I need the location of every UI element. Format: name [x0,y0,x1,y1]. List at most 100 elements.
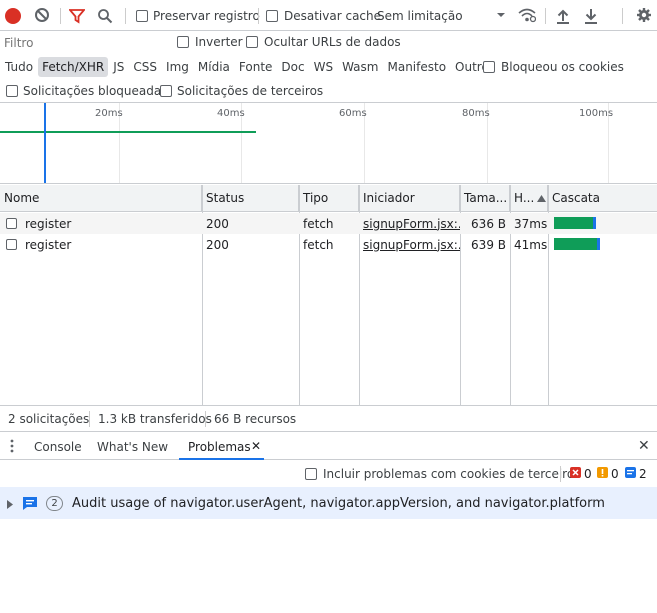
third-party-issues-checkbox[interactable] [305,468,317,480]
request-status: 200 [206,216,229,231]
request-type: fetch [303,237,334,252]
disable-cache-checkbox[interactable] [266,10,278,22]
invert-label: Inverter [195,35,243,49]
header-status[interactable]: Status [202,185,299,211]
tick-label: 20ms [95,108,123,119]
warning-count-icon [597,467,608,481]
info-count-icon [625,467,636,481]
header-time[interactable]: H... [510,185,548,211]
tick-label: 40ms [217,108,245,119]
issue-row[interactable]: 2 Audit usage of navigator.userAgent, na… [0,487,657,519]
export-har-icon[interactable] [584,8,598,27]
issue-count-badge: 2 [46,496,63,511]
drawer-tabbar: Console What's New Problemas ✕ ✕ [0,433,657,460]
header-time-label: H... [514,191,535,205]
header-waterfall[interactable]: Cascata [548,185,657,211]
waterfall-bar [554,238,600,250]
clear-icon[interactable] [34,7,50,26]
chevron-down-icon[interactable] [496,8,506,25]
gear-icon[interactable] [636,7,652,26]
network-toolbar: Preservar registro Desativar cache Sem l… [0,4,657,28]
request-time: 41ms [514,237,548,252]
request-name: register [25,237,72,252]
request-name: register [25,216,72,231]
header-size[interactable]: Tama... [460,185,510,211]
third-party-requests-checkbox[interactable] [160,85,172,97]
waterfall-bar [554,217,596,229]
hide-data-urls-label: Ocultar URLs de dados [264,35,401,49]
blocked-cookies-label: Bloqueou os cookies [501,60,624,74]
type-filter-fetch-xhr[interactable]: Fetch/XHR [38,57,109,77]
disable-cache-label: Desativar cache [284,9,382,23]
preserve-log-checkbox[interactable] [136,10,148,22]
close-tab-icon[interactable]: ✕ [251,439,261,453]
type-filter-css[interactable]: CSS [129,57,161,77]
network-status-bar: 2 solicitações 1.3 kB transferidos 66 B … [0,405,657,432]
search-icon[interactable] [97,8,113,27]
filter-input[interactable] [2,34,164,52]
request-size: 636 B [471,216,506,231]
close-drawer-icon[interactable]: ✕ [638,438,650,454]
type-filter-doc[interactable]: Doc [277,57,308,77]
type-filter-tudo[interactable]: Tudo [1,57,37,77]
header-type[interactable]: Tipo [299,185,359,211]
requests-count: 2 solicitações [8,412,90,426]
requests-table-header: Nome Status Tipo Iniciador Tama... H... … [0,185,657,212]
tab-whats-new[interactable]: What's New [97,440,168,454]
request-waterfall [548,234,657,255]
warning-count: 0 [611,467,619,481]
import-har-icon[interactable] [556,8,570,27]
request-size: 639 B [471,237,506,252]
timeline-overview[interactable]: 20ms 40ms 60ms 80ms 100ms [0,102,657,184]
table-row[interactable]: register 200 fetch signupForm.jsx:... 63… [0,234,657,255]
request-initiator-link[interactable]: signupForm.jsx:... [363,238,460,252]
type-filter-js[interactable]: JS [109,57,128,77]
blocked-cookies-checkbox[interactable] [483,61,495,73]
more-tools-icon[interactable] [9,439,15,456]
overview-activity-bar [0,131,256,133]
blocked-requests-checkbox[interactable] [6,85,18,97]
resources-size: 66 B recursos [214,412,297,426]
request-time: 37ms [514,216,548,231]
type-filter-fonte[interactable]: Fonte [235,57,277,77]
error-count-icon [570,467,581,481]
type-filter-m-dia[interactable]: Mídia [194,57,234,77]
tick-label: 60ms [339,108,367,119]
type-filter-wasm[interactable]: Wasm [338,57,382,77]
request-file-icon [6,239,17,250]
type-filter-manifesto[interactable]: Manifesto [383,57,450,77]
info-count: 2 [639,467,647,481]
request-waterfall [548,213,657,234]
error-count: 0 [584,467,592,481]
preserve-log-label: Preservar registro [153,9,260,23]
header-initiator[interactable]: Iniciador [359,185,460,211]
request-initiator-link[interactable]: signupForm.jsx:... [363,217,460,231]
filter-bar: Inverter Ocultar URLs de dados [0,31,657,55]
request-file-icon [6,218,17,229]
header-name[interactable]: Nome [0,185,202,211]
invert-checkbox[interactable] [177,36,189,48]
issue-title: Audit usage of navigator.userAgent, navi… [72,496,605,511]
network-conditions-icon[interactable] [518,7,537,26]
expand-arrow-icon[interactable] [7,498,13,512]
request-type: fetch [303,216,334,231]
type-filter-ws[interactable]: WS [310,57,337,77]
request-status: 200 [206,237,229,252]
dom-content-loaded-marker [44,103,46,183]
type-filter-img[interactable]: Img [162,57,193,77]
tick-label: 100ms [579,108,614,119]
blocked-requests-bar: Solicitações bloqueadas Solicitações de … [0,80,657,102]
throttling-select[interactable]: Sem limitação [377,9,463,23]
record-icon[interactable] [5,8,21,24]
blocked-requests-label: Solicitações bloqueadas [23,84,168,98]
issue-message-icon [22,495,38,514]
type-chips: Tudo Fetch/XHR JS CSS Img Mídia Fonte Doc WS Wasm… [1,57,494,77]
resource-type-bar: Tudo Fetch/XHR JS CSS Img Mídia Fonte Doc WS Wasm… [0,56,657,78]
table-row[interactable]: register 200 fetch signupForm.jsx:... 63… [0,213,657,234]
tab-console[interactable]: Console [34,440,82,454]
sort-ascending-icon [537,191,547,205]
third-party-requests-label: Solicitações de terceiros [177,84,324,98]
hide-data-urls-checkbox[interactable] [246,36,258,48]
filter-icon[interactable] [68,8,86,27]
tab-problems[interactable]: Problemas ✕ [179,433,264,460]
